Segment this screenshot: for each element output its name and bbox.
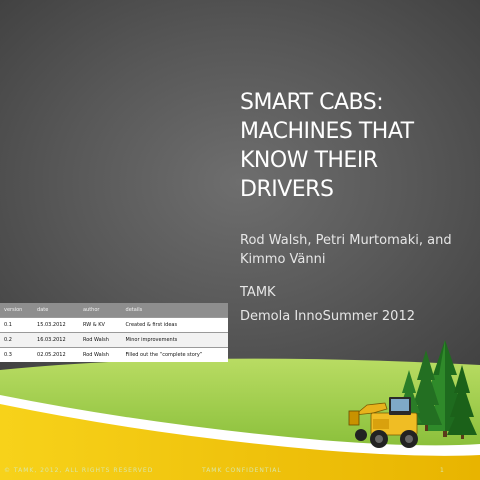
footer-copyright: © TAMK, 2012, ALL RIGHTS RESERVED [4, 467, 154, 474]
table-row: 0.2 16.03.2012 Rod Walsh Minor improveme… [0, 332, 228, 348]
column-header-details: details [121, 303, 228, 318]
table-row: 0.3 02.05.2012 Rod Walsh Filled out the … [0, 347, 228, 362]
slide-title: SMART CABS: MACHINES THAT KNOW THEIR DRI… [240, 88, 475, 204]
date-cell: 15.03.2012 [33, 317, 79, 333]
title-line: KNOW THEIR [240, 148, 378, 173]
column-header-author: author [78, 303, 122, 318]
version-cell: 0.1 [0, 317, 34, 333]
details-cell: Minor improvements [121, 332, 228, 348]
date-cell: 16.03.2012 [33, 332, 79, 348]
title-line: SMART CABS: [240, 90, 384, 115]
table-row: 0.1 15.03.2012 RW & KV Created & first i… [0, 317, 228, 333]
authors-line: Kimmo Vänni [240, 252, 326, 267]
details-cell: Filled out the “complete story” [121, 347, 228, 362]
authors-line: Rod Walsh, Petri Murtomaki, and [240, 233, 452, 248]
author-cell: Rod Walsh [78, 347, 122, 362]
column-header-version: version [0, 303, 34, 318]
author-cell: RW & KV [78, 317, 122, 333]
title-line: DRIVERS [240, 177, 334, 202]
date-cell: 02.05.2012 [33, 347, 79, 362]
slide: SMART CABS: MACHINES THAT KNOW THEIR DRI… [0, 0, 480, 480]
title-line: MACHINES THAT [240, 119, 414, 144]
column-header-date: date [33, 303, 79, 318]
details-cell: Created & first ideas [121, 317, 228, 333]
page-number: 1 [440, 467, 445, 474]
version-cell: 0.2 [0, 332, 34, 348]
authors: Rod Walsh, Petri Murtomaki, and Kimmo Vä… [240, 231, 470, 269]
forest-scene [348, 340, 477, 448]
organization: TAMK [240, 285, 276, 300]
version-table-header: version date author details [0, 303, 228, 318]
version-cell: 0.3 [0, 347, 34, 362]
event-name: Demola InnoSummer 2012 [240, 309, 415, 324]
forestry-machine-icon [348, 397, 418, 448]
footer-confidential: TAMK CONFIDENTIAL [202, 467, 282, 474]
author-cell: Rod Walsh [78, 332, 122, 348]
version-table: version date author details 0.1 15.03.20… [0, 303, 228, 362]
